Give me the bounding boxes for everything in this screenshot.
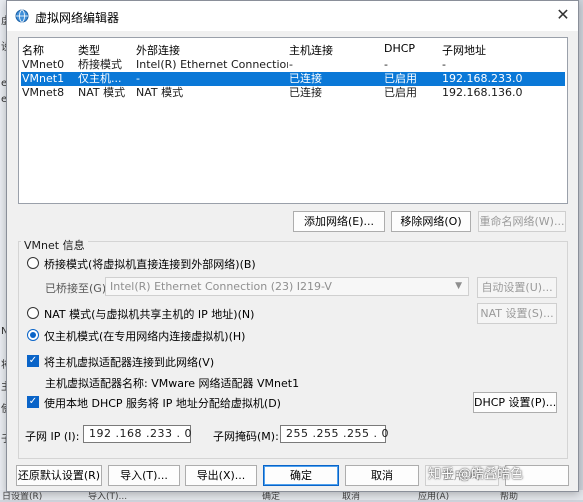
network-globe-icon	[15, 9, 29, 23]
virtual-network-editor-dialog: 虚拟网络编辑器 ✕ 名称 类型 外部连接 主机连接 DHCP 子网地址 VMne…	[6, 0, 579, 492]
connect-host-adapter-label[interactable]: 将主机虚拟适配器连接到此网络(V)	[44, 354, 214, 370]
table-cell: 仅主机...	[78, 72, 122, 85]
column-header-dhcp[interactable]: DHCP	[384, 42, 415, 56]
subnet-ip-label: 子网 IP (I):	[25, 430, 80, 443]
bridged-mode-radio[interactable]	[27, 257, 39, 269]
table-cell: 192.168.233.0	[442, 72, 523, 85]
column-header-type[interactable]: 类型	[78, 42, 100, 57]
cancel-button[interactable]: 取消	[345, 465, 419, 486]
table-cell: -	[442, 58, 446, 71]
chevron-down-icon: ▼	[455, 281, 462, 291]
nat-mode-label[interactable]: NAT 模式(与虚拟机共享主机的 IP 地址)(N)	[44, 306, 254, 322]
table-row-selected[interactable]: VMnet1 仅主机... - 已连接 已启用 192.168.233.0	[21, 72, 565, 86]
nat-mode-radio[interactable]	[27, 307, 39, 319]
nat-settings-button[interactable]: NAT 设置(S)...	[477, 303, 557, 324]
subnet-ip-input[interactable]: 192 .168 .233 . 0	[83, 425, 191, 443]
rename-network-button[interactable]: 重命名网络(W)...	[478, 211, 566, 232]
host-only-mode-label[interactable]: 仅主机模式(在专用网络内连接虚拟机)(H)	[44, 328, 245, 344]
table-cell: 已连接	[289, 72, 322, 85]
table-cell: 桥接模式	[78, 58, 122, 71]
bridged-adapter-select[interactable]: Intel(R) Ethernet Connection (23) I219-V…	[105, 277, 469, 296]
close-icon[interactable]: ✕	[548, 1, 578, 31]
network-list[interactable]: 名称 类型 外部连接 主机连接 DHCP 子网地址 VMnet0 桥接模式 In…	[18, 37, 568, 204]
table-row[interactable]: VMnet0 桥接模式 Intel(R) Ethernet Connection…	[21, 58, 565, 72]
use-dhcp-checkbox[interactable]: ✓	[27, 396, 39, 408]
table-cell: 192.168.136.0	[442, 86, 523, 99]
use-dhcp-label[interactable]: 使用本地 DHCP 服务将 IP 地址分配给虚拟机(D)	[44, 395, 281, 411]
remove-network-button[interactable]: 移除网络(O)	[391, 211, 471, 232]
column-header-name[interactable]: 名称	[22, 42, 44, 57]
ok-button[interactable]: 确定	[263, 465, 339, 486]
vmnet-info-title: VMnet 信息	[21, 237, 88, 253]
table-cell: Intel(R) Ethernet Connection (...	[136, 58, 288, 71]
subnet-mask-label: 子网掩码(M):	[213, 430, 279, 443]
table-cell: VMnet1	[22, 72, 65, 85]
host-adapter-name: 主机虚拟适配器名称: VMware 网络适配器 VMnet1	[45, 377, 300, 390]
add-network-button[interactable]: 添加网络(E)...	[293, 211, 385, 232]
bridged-to-label: 已桥接至(G):	[45, 282, 110, 295]
table-cell: VMnet8	[22, 86, 65, 99]
table-cell: -	[384, 58, 388, 71]
restore-defaults-button[interactable]: 还原默认设置(R)	[16, 465, 102, 486]
table-cell: -	[136, 72, 140, 85]
table-cell: NAT 模式	[136, 86, 184, 99]
table-cell: VMnet0	[22, 58, 65, 71]
bridged-mode-label[interactable]: 桥接模式(将虚拟机直接连接到外部网络)(B)	[44, 256, 256, 272]
connect-host-adapter-checkbox[interactable]: ✓	[27, 355, 39, 367]
column-header-host[interactable]: 主机连接	[289, 42, 333, 57]
column-header-external[interactable]: 外部连接	[136, 42, 180, 57]
export-button[interactable]: 导出(X)...	[185, 465, 257, 486]
subnet-mask-input[interactable]: 255 .255 .255 . 0	[280, 425, 388, 443]
table-cell: 已连接	[289, 86, 322, 99]
table-cell: NAT 模式	[78, 86, 126, 99]
table-cell: 已启用	[384, 72, 417, 85]
table-cell: -	[289, 58, 293, 71]
host-only-mode-radio[interactable]	[27, 329, 39, 341]
dhcp-settings-button[interactable]: DHCP 设置(P)...	[473, 392, 557, 413]
auto-settings-button[interactable]: 自动设置(U)...	[477, 277, 557, 298]
column-header-subnet[interactable]: 子网地址	[442, 42, 486, 57]
table-row[interactable]: VMnet8 NAT 模式 NAT 模式 已连接 已启用 192.168.136…	[21, 86, 565, 100]
bridged-adapter-value: Intel(R) Ethernet Connection (23) I219-V	[110, 280, 332, 293]
title-bar[interactable]: 虚拟网络编辑器 ✕	[7, 1, 578, 31]
watermark-text: 知乎 @皓叠皓色	[428, 467, 524, 482]
table-cell: 已启用	[384, 86, 417, 99]
import-button[interactable]: 导入(T)...	[108, 465, 180, 486]
window-title: 虚拟网络编辑器	[35, 11, 120, 25]
